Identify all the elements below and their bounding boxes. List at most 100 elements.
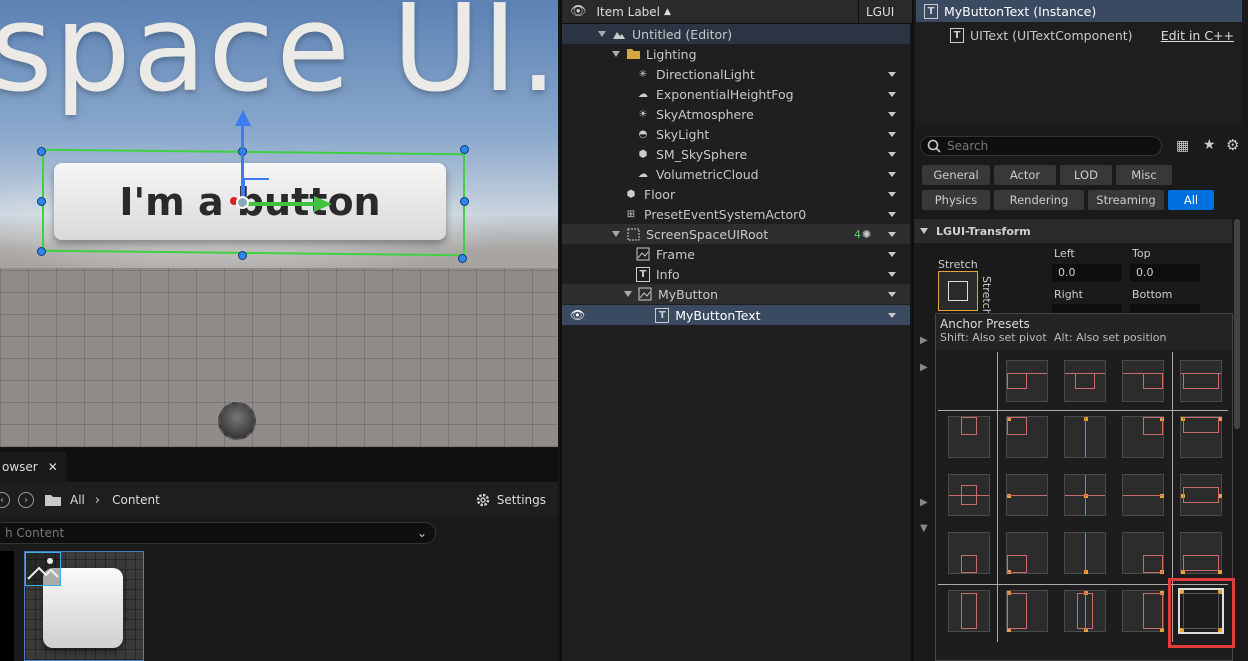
asset-tile[interactable]	[24, 551, 144, 661]
filter-streaming[interactable]: Streaming	[1088, 190, 1164, 210]
outliner-row-skyatmosphere[interactable]: ☀ SkyAtmosphere	[562, 104, 910, 124]
grid-view-icon[interactable]: ▦	[1176, 138, 1189, 154]
outliner-row-screenspaceuiroot[interactable]: ScreenSpaceUIRoot 4 ✺	[562, 224, 910, 244]
anchor-preset-b-stretch[interactable]	[1180, 532, 1222, 574]
anchor-preset-bl[interactable]	[1006, 532, 1048, 574]
anchor-preset-button[interactable]	[938, 271, 978, 311]
anchor-preset-tl[interactable]	[1006, 416, 1048, 458]
outliner-row-skylight[interactable]: ◓ SkyLight	[562, 124, 910, 144]
details-scrollbar[interactable]	[1234, 219, 1240, 429]
sort-ascending-icon[interactable]: ▲	[664, 7, 671, 17]
row-dropdown-icon[interactable]	[888, 132, 896, 137]
content-search-input[interactable]: h Content ⌄	[0, 522, 436, 544]
outliner-row-directionallight[interactable]: ✳ DirectionalLight	[562, 64, 910, 84]
section-lgui-transform[interactable]: LGUI-Transform	[914, 219, 1232, 243]
resize-handle-r[interactable]	[460, 197, 469, 206]
asset-thumbnail-partial[interactable]	[0, 551, 14, 661]
outliner-row-mybuttontext[interactable]: 👁 T MyButtonText	[562, 305, 910, 325]
row-dropdown-icon[interactable]	[888, 72, 896, 77]
scene-sphere-object[interactable]	[218, 402, 256, 440]
anchor-preset-m-stretch[interactable]	[1180, 474, 1222, 516]
anchor-preset-top-center[interactable]	[1064, 360, 1106, 402]
resize-handle-b[interactable]	[238, 251, 247, 260]
anchor-preset-tr[interactable]	[1122, 416, 1164, 458]
resize-handle-tr[interactable]	[460, 145, 469, 154]
anchor-preset-bc[interactable]	[1064, 532, 1106, 574]
resize-handle-tl[interactable]	[37, 147, 46, 156]
expanded-arrow-icon[interactable]: ▼	[920, 523, 928, 534]
resize-handle-br[interactable]	[458, 254, 467, 263]
expand-arrow-icon[interactable]	[624, 291, 632, 297]
row-dropdown-icon[interactable]	[888, 192, 896, 197]
tab-content-browser[interactable]: owser ✕	[0, 452, 66, 482]
outliner-row-volumetriccloud[interactable]: ☁ VolumetricCloud	[562, 164, 910, 184]
chevron-down-icon[interactable]: ⌄	[417, 523, 427, 543]
anchor-preset-mr[interactable]	[1122, 474, 1164, 516]
outliner-row-mybutton[interactable]: MyButton	[562, 284, 910, 304]
anchor-preset-c-vstretch[interactable]	[1064, 590, 1106, 632]
collapsed-arrow-icon[interactable]: ▶	[920, 362, 928, 373]
row-dropdown-icon[interactable]	[888, 313, 896, 318]
left-input[interactable]: 0.0	[1052, 264, 1122, 282]
gizmo-y-arrow-icon[interactable]	[235, 110, 251, 126]
row-dropdown-icon[interactable]	[888, 112, 896, 117]
breadcrumb-all[interactable]: All	[70, 493, 85, 507]
expand-arrow-icon[interactable]	[612, 51, 620, 57]
expand-arrow-icon[interactable]	[598, 31, 606, 37]
lgui-column[interactable]: LGUI	[866, 5, 894, 19]
anchor-preset-left-vstretch[interactable]	[948, 590, 990, 632]
filter-actor[interactable]: Actor	[994, 165, 1056, 185]
outliner-row-preseteventsystemactor0[interactable]: ⊞ PresetEventSystemActor0	[562, 204, 910, 224]
resize-handle-bl[interactable]	[37, 247, 46, 256]
edit-in-cpp-link[interactable]: Edit in C++	[1161, 28, 1234, 43]
anchor-preset-mc[interactable]	[1064, 474, 1106, 516]
row-dropdown-icon[interactable]	[888, 232, 896, 237]
outliner-row-sm-skysphere[interactable]: ⬢ SM_SkySphere	[562, 144, 910, 164]
filter-lod[interactable]: LOD	[1060, 165, 1112, 185]
component-row-uitext[interactable]: T UIText (UITextComponent) Edit in C++	[916, 24, 1242, 46]
collapsed-arrow-icon[interactable]: ▶	[920, 497, 928, 508]
filter-general[interactable]: General	[922, 165, 990, 185]
anchor-preset-r-vstretch[interactable]	[1122, 590, 1164, 632]
row-dropdown-icon[interactable]	[888, 252, 896, 257]
anchor-preset-left-middle[interactable]	[948, 474, 990, 516]
row-dropdown-icon[interactable]	[888, 272, 896, 277]
anchor-preset-top-right[interactable]	[1122, 360, 1164, 402]
filter-physics[interactable]: Physics	[922, 190, 990, 210]
outliner-row-untitled[interactable]: Untitled (Editor)	[562, 24, 910, 44]
visibility-eye-icon[interactable]: 👁	[570, 4, 587, 19]
filter-misc[interactable]: Misc	[1116, 165, 1172, 185]
resize-handle-l[interactable]	[37, 197, 46, 206]
outliner-row-info[interactable]: T Info	[562, 264, 910, 284]
star-icon[interactable]: ★	[1203, 137, 1216, 153]
component-row-instance[interactable]: T MyButtonText (Instance)	[916, 0, 1242, 22]
settings-button[interactable]: Settings	[475, 492, 546, 508]
row-dropdown-icon[interactable]	[888, 292, 896, 297]
anchor-preset-left-bottom[interactable]	[948, 532, 990, 574]
gizmo-center-handle[interactable]	[236, 196, 249, 209]
sun-settings-icon[interactable]: ✺	[862, 228, 871, 241]
row-dropdown-icon[interactable]	[888, 212, 896, 217]
outliner-row-exponentialheightfog[interactable]: ☁ ExponentialHeightFog	[562, 84, 910, 104]
anchor-preset-br[interactable]	[1122, 532, 1164, 574]
gear-icon[interactable]: ⚙	[1226, 136, 1239, 154]
collapsed-arrow-icon[interactable]: ▶	[920, 335, 928, 346]
folder-icon[interactable]	[44, 493, 62, 507]
item-label-column[interactable]: Item Label	[597, 5, 661, 19]
anchor-preset-tc[interactable]	[1064, 416, 1106, 458]
visibility-eye-icon[interactable]: 👁	[570, 308, 585, 322]
anchor-preset-top-left[interactable]	[1006, 360, 1048, 402]
row-dropdown-icon[interactable]	[888, 172, 896, 177]
close-icon[interactable]: ✕	[48, 460, 58, 474]
collapse-arrow-icon[interactable]	[920, 228, 928, 234]
anchor-preset-ml[interactable]	[1006, 474, 1048, 516]
anchor-preset-left-top[interactable]	[948, 416, 990, 458]
anchor-preset-top-stretch[interactable]	[1180, 360, 1222, 402]
filter-rendering[interactable]: Rendering	[994, 190, 1084, 210]
forward-icon[interactable]: ›	[18, 492, 34, 508]
outliner-row-lighting[interactable]: Lighting	[562, 44, 910, 64]
level-viewport[interactable]: space UI. I'm a button	[0, 0, 558, 447]
row-dropdown-icon[interactable]	[888, 152, 896, 157]
gizmo-x-arrow-icon[interactable]	[314, 196, 332, 212]
anchor-preset-t-stretch[interactable]	[1180, 416, 1222, 458]
